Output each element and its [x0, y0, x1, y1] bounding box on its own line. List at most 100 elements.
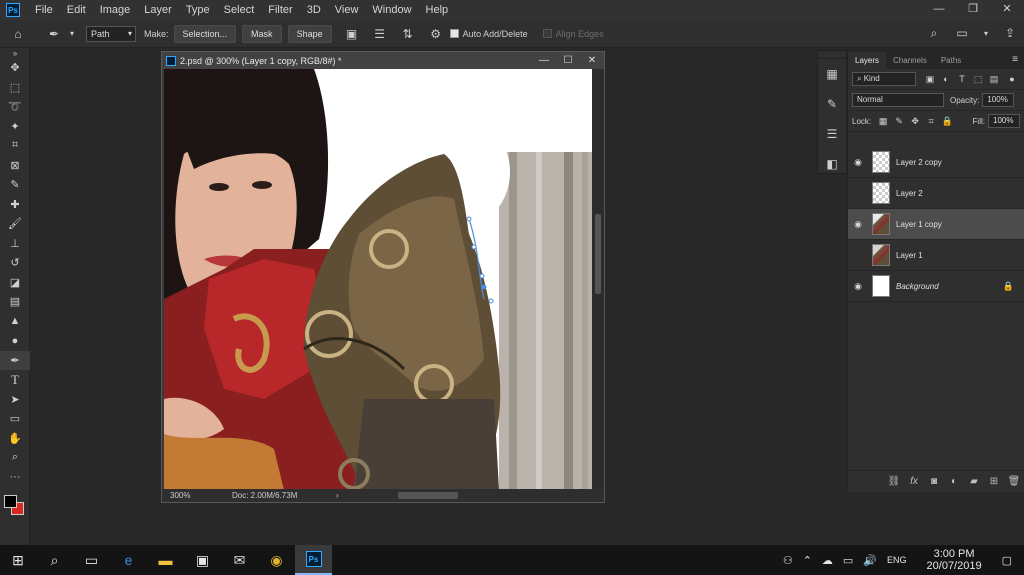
shape-filter-icon[interactable]: ⬚	[972, 73, 984, 85]
chrome-icon[interactable]: ◉	[258, 545, 295, 575]
lock-position-icon[interactable]: ✥	[909, 115, 921, 127]
fx-icon[interactable]: fx	[904, 476, 924, 487]
foreground-color-swatch[interactable]	[4, 495, 17, 508]
make-mask-button[interactable]: Mask	[242, 24, 282, 43]
language-indicator[interactable]: ENG	[887, 555, 907, 565]
layer-name[interactable]: Layer 2 copy	[896, 158, 942, 167]
opacity-field[interactable]: 100%	[982, 93, 1015, 107]
eye-icon[interactable]: ◉	[848, 219, 868, 230]
vertical-scroll-thumb[interactable]	[595, 214, 601, 294]
eye-icon[interactable]: ◉	[848, 281, 868, 292]
layer-name[interactable]: Layer 1 copy	[896, 220, 942, 229]
lock-transparent-icon[interactable]: ▦	[877, 115, 889, 127]
document-title-bar[interactable]: 2.psd @ 300% (Layer 1 copy, RGB/8#) * — …	[162, 52, 604, 69]
menu-view[interactable]: View	[328, 4, 366, 16]
pen-tool-icon[interactable]: ✒	[46, 26, 62, 42]
tab-paths[interactable]: Paths	[934, 52, 968, 69]
brush-tool-icon[interactable]: 🖌	[0, 214, 30, 234]
vertical-scrollbar[interactable]	[592, 69, 604, 490]
chevron-right-icon[interactable]: ›	[336, 491, 339, 500]
auto-add-delete-checkbox[interactable]	[449, 29, 459, 38]
blur-tool-icon[interactable]: ▲	[0, 312, 30, 332]
path-selection-tool-icon[interactable]: ➤	[0, 390, 30, 410]
filter-toggle-icon[interactable]: ●	[1006, 73, 1018, 85]
menu-select[interactable]: Select	[217, 4, 262, 16]
network-icon[interactable]: ▭	[843, 554, 853, 567]
adjustments-icon[interactable]: ☰	[818, 119, 846, 149]
chevron-up-icon[interactable]: ⌃	[803, 554, 812, 567]
menu-type[interactable]: Type	[179, 4, 217, 16]
cloud-icon[interactable]: ☁	[822, 554, 833, 567]
chevron-down-icon[interactable]: ▾	[982, 25, 990, 41]
rectangle-tool-icon[interactable]: ▭	[0, 409, 30, 429]
marquee-tool-icon[interactable]: ⬚	[0, 78, 30, 98]
horizontal-scroll-thumb[interactable]	[398, 492, 458, 499]
task-view-icon[interactable]: ▭	[73, 545, 110, 575]
document-size-info[interactable]: Doc: 2.00M/6.73M	[232, 491, 328, 500]
close-icon[interactable]: ✕	[990, 0, 1024, 20]
pixel-filter-icon[interactable]: ▣	[924, 73, 936, 85]
path-operations-icon[interactable]: ▣	[344, 26, 360, 42]
trash-icon[interactable]: 🗑	[1004, 476, 1024, 487]
maximize-icon[interactable]: ☐	[556, 52, 580, 69]
strip-grip[interactable]	[818, 51, 846, 59]
gradient-tool-icon[interactable]: ▤	[0, 292, 30, 312]
search-icon[interactable]: ⌕	[36, 545, 73, 575]
adjustment-filter-icon[interactable]: ◐	[940, 73, 952, 85]
menu-window[interactable]: Window	[365, 4, 418, 16]
close-icon[interactable]: ✕	[580, 52, 604, 69]
move-tool-icon[interactable]: ✥	[0, 58, 30, 78]
layer-row[interactable]: Layer 2	[848, 178, 1024, 209]
search-icon[interactable]: ⌕	[926, 25, 942, 41]
menu-image[interactable]: Image	[93, 4, 138, 16]
lock-artboard-icon[interactable]: ⌗	[925, 115, 937, 127]
new-layer-icon[interactable]: ⊞	[984, 476, 1004, 487]
toolbar-grip[interactable]: »	[0, 48, 30, 58]
mail-icon[interactable]: ✉	[221, 545, 258, 575]
photoshop-taskbar-icon[interactable]: Ps	[295, 545, 332, 575]
frame-tool-icon[interactable]: ⊠	[0, 156, 30, 176]
clone-stamp-tool-icon[interactable]: ⊥	[0, 234, 30, 254]
zoom-level[interactable]: 300%	[162, 491, 222, 500]
restore-icon[interactable]: ❐	[956, 0, 990, 20]
magic-wand-tool-icon[interactable]: ✦	[0, 117, 30, 137]
workspace-icon[interactable]: ▭	[954, 25, 970, 41]
gear-icon[interactable]: ⚙	[428, 26, 444, 42]
image-canvas[interactable]	[164, 69, 592, 490]
layer-name[interactable]: Background	[896, 282, 939, 291]
add-mask-icon[interactable]: ◙	[924, 476, 944, 487]
pen-mode-select[interactable]: Path ▾	[86, 25, 136, 42]
taskbar-clock[interactable]: 3:00 PM 20/07/2019	[922, 548, 987, 572]
windows-start-icon[interactable]: ⊞	[0, 545, 36, 575]
eraser-tool-icon[interactable]: ◪	[0, 273, 30, 293]
history-brush-tool-icon[interactable]: ↺	[0, 253, 30, 273]
type-filter-icon[interactable]: T	[956, 73, 968, 85]
layer-row-selected[interactable]: ◉ Layer 1 copy	[848, 209, 1024, 240]
layer-row[interactable]: ◉ Background 🔒	[848, 271, 1024, 302]
edge-browser-icon[interactable]: e	[110, 545, 147, 575]
file-explorer-icon[interactable]: ▬	[147, 545, 184, 575]
align-edges-checkbox[interactable]	[542, 29, 552, 38]
path-arrangement-icon[interactable]: ⇅	[400, 26, 416, 42]
tab-channels[interactable]: Channels	[886, 52, 934, 69]
menu-filter[interactable]: Filter	[261, 4, 299, 16]
visibility-toggle[interactable]	[848, 250, 868, 260]
dodge-tool-icon[interactable]: ●	[0, 331, 30, 351]
healing-brush-tool-icon[interactable]: ✚	[0, 195, 30, 215]
menu-layer[interactable]: Layer	[137, 4, 179, 16]
eye-icon[interactable]: ◉	[848, 157, 868, 168]
store-icon[interactable]: ▣	[184, 545, 221, 575]
eyedropper-tool-icon[interactable]: ✎	[0, 175, 30, 195]
menu-edit[interactable]: Edit	[60, 4, 93, 16]
layer-name[interactable]: Layer 2	[896, 189, 923, 198]
kind-filter-select[interactable]: ⌕ Kind	[852, 72, 916, 86]
volume-icon[interactable]: 🔊	[863, 554, 877, 567]
people-icon[interactable]: ⚇	[783, 554, 793, 567]
blend-mode-select[interactable]: Normal	[852, 93, 944, 107]
history-panel-icon[interactable]: ▦	[818, 59, 846, 89]
lock-all-icon[interactable]: 🔒	[941, 115, 953, 127]
new-group-icon[interactable]: ▰	[964, 476, 984, 487]
minimize-icon[interactable]: —	[532, 52, 556, 69]
home-icon[interactable]: ⌂	[10, 26, 26, 42]
chevron-down-icon[interactable]: ▾	[68, 26, 76, 42]
